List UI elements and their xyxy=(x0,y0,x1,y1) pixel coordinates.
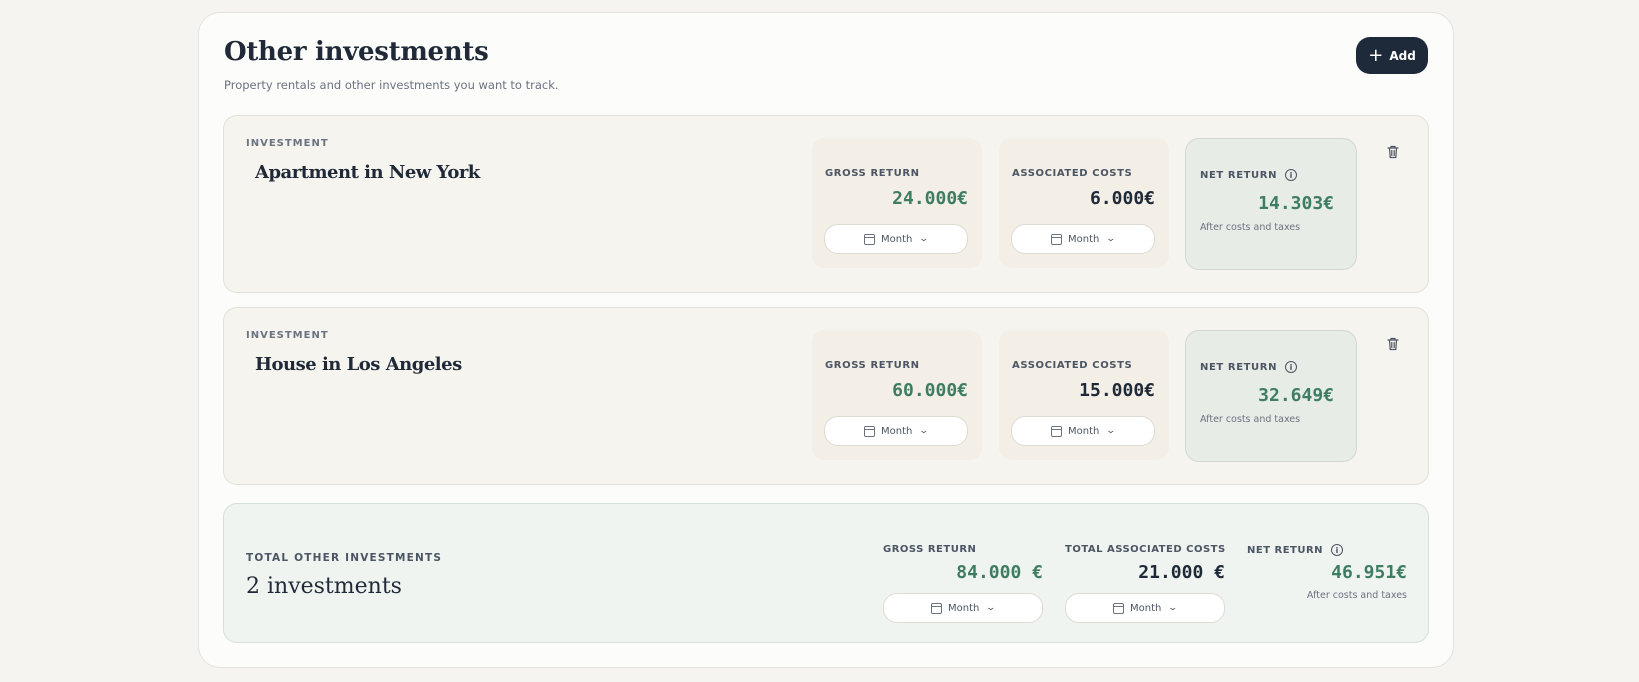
total-net-value: 46.951€ xyxy=(1331,562,1407,583)
info-icon[interactable]: i xyxy=(1285,361,1298,373)
total-summary-card: TOTAL OTHER INVESTMENTS 2 investments GR… xyxy=(223,503,1429,643)
page-title: Other investments xyxy=(224,37,489,67)
calendar-icon xyxy=(1051,233,1063,245)
associated-costs-box: ASSOCIATED COSTS 6.000€ Month ⌄ xyxy=(999,138,1169,268)
associated-costs-value[interactable]: 15.000€ xyxy=(1079,380,1155,401)
total-net-return: NET RETURN i 46.951€ After costs and tax… xyxy=(1247,540,1407,620)
net-return-value: 32.649€ xyxy=(1258,385,1334,406)
investment-label: INVESTMENT xyxy=(246,138,329,149)
trash-icon[interactable] xyxy=(1385,144,1401,160)
net-return-box: NET RETURN i 32.649€ After costs and tax… xyxy=(1185,330,1357,462)
chevron-down-icon: ⌄ xyxy=(985,603,997,613)
gross-return-label: GROSS RETURN xyxy=(825,360,920,371)
chevron-down-icon: ⌄ xyxy=(918,234,930,244)
calendar-icon xyxy=(864,425,876,437)
net-return-label-text: NET RETURN xyxy=(1200,169,1278,181)
calendar-icon xyxy=(1051,425,1063,437)
chevron-down-icon: ⌄ xyxy=(1167,603,1179,613)
gross-period-select[interactable]: Month ⌄ xyxy=(824,224,968,254)
total-gross-value: 84.000 € xyxy=(956,562,1043,583)
net-return-label: NET RETURN i xyxy=(1200,169,1298,181)
associated-costs-label: ASSOCIATED COSTS xyxy=(1012,168,1133,179)
add-investment-button[interactable]: + Add xyxy=(1356,37,1428,74)
investment-name-field[interactable]: House in Los Angeles xyxy=(255,354,462,375)
period-label: Month xyxy=(881,425,913,437)
total-costs-label: TOTAL ASSOCIATED COSTS xyxy=(1065,544,1226,555)
associated-costs-label: ASSOCIATED COSTS xyxy=(1012,360,1133,371)
total-gross-return: GROSS RETURN 84.000 € Month ⌄ xyxy=(883,540,1043,623)
total-label: TOTAL OTHER INVESTMENTS xyxy=(246,552,443,564)
info-icon[interactable]: i xyxy=(1285,169,1298,181)
net-return-box: NET RETURN i 14.303€ After costs and tax… xyxy=(1185,138,1357,270)
total-costs-value: 21.000 € xyxy=(1138,562,1225,583)
net-return-label: NET RETURN i xyxy=(1200,361,1298,373)
investment-card: INVESTMENT House in Los Angeles GROSS RE… xyxy=(223,307,1429,485)
calendar-icon xyxy=(931,602,943,614)
add-button-label: Add xyxy=(1389,48,1416,63)
investment-card: INVESTMENT Apartment in New York GROSS R… xyxy=(223,115,1429,293)
period-label: Month xyxy=(948,602,980,614)
period-label: Month xyxy=(881,233,913,245)
associated-costs-box: ASSOCIATED COSTS 15.000€ Month ⌄ xyxy=(999,330,1169,460)
period-label: Month xyxy=(1130,602,1162,614)
total-associated-costs: TOTAL ASSOCIATED COSTS 21.000 € Month ⌄ xyxy=(1065,540,1226,623)
gross-return-box: GROSS RETURN 60.000€ Month ⌄ xyxy=(812,330,982,460)
costs-period-select[interactable]: Month ⌄ xyxy=(1011,224,1155,254)
gross-return-value[interactable]: 60.000€ xyxy=(892,380,968,401)
period-label: Month xyxy=(1068,233,1100,245)
investment-label: INVESTMENT xyxy=(246,330,329,341)
chevron-down-icon: ⌄ xyxy=(1105,234,1117,244)
net-return-note: After costs and taxes xyxy=(1200,222,1301,233)
gross-return-label: GROSS RETURN xyxy=(825,168,920,179)
chevron-down-icon: ⌄ xyxy=(918,426,930,436)
total-net-label: NET RETURN i xyxy=(1247,544,1344,556)
gross-period-select[interactable]: Month ⌄ xyxy=(824,416,968,446)
chevron-down-icon: ⌄ xyxy=(1105,426,1117,436)
net-return-label-text: NET RETURN xyxy=(1200,361,1278,373)
info-icon[interactable]: i xyxy=(1331,544,1344,556)
associated-costs-value[interactable]: 6.000€ xyxy=(1090,188,1155,209)
plus-icon: + xyxy=(1368,44,1384,66)
total-costs-period-select[interactable]: Month ⌄ xyxy=(1065,593,1225,623)
total-net-note: After costs and taxes xyxy=(1306,590,1407,601)
calendar-icon xyxy=(1113,602,1125,614)
period-label: Month xyxy=(1068,425,1100,437)
page-subtitle: Property rentals and other investments y… xyxy=(224,78,559,92)
costs-period-select[interactable]: Month ⌄ xyxy=(1011,416,1155,446)
total-gross-label: GROSS RETURN xyxy=(883,544,977,555)
trash-icon[interactable] xyxy=(1385,336,1401,352)
investment-name-field[interactable]: Apartment in New York xyxy=(255,162,480,183)
gross-return-value[interactable]: 24.000€ xyxy=(892,188,968,209)
total-count: 2 investments xyxy=(246,574,402,599)
other-investments-panel: Other investments Property rentals and o… xyxy=(198,12,1454,668)
total-net-label-text: NET RETURN xyxy=(1247,544,1324,556)
net-return-note: After costs and taxes xyxy=(1200,414,1301,425)
total-gross-period-select[interactable]: Month ⌄ xyxy=(883,593,1043,623)
calendar-icon xyxy=(864,233,876,245)
net-return-value: 14.303€ xyxy=(1258,193,1334,214)
gross-return-box: GROSS RETURN 24.000€ Month ⌄ xyxy=(812,138,982,268)
